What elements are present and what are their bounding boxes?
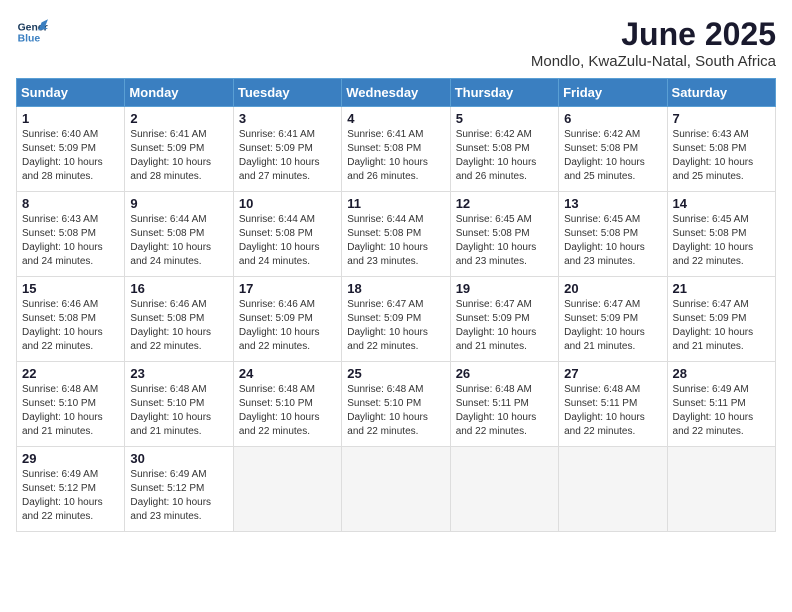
calendar-day-24: 24Sunrise: 6:48 AMSunset: 5:10 PMDayligh… bbox=[233, 362, 341, 447]
location-title: Mondlo, KwaZulu-Natal, South Africa bbox=[531, 53, 776, 70]
calendar-day-empty-w4d4 bbox=[450, 447, 558, 532]
calendar-day-18: 18Sunrise: 6:47 AMSunset: 5:09 PMDayligh… bbox=[342, 277, 450, 362]
calendar-day-3: 3Sunrise: 6:41 AMSunset: 5:09 PMDaylight… bbox=[233, 107, 341, 192]
calendar-day-20: 20Sunrise: 6:47 AMSunset: 5:09 PMDayligh… bbox=[559, 277, 667, 362]
col-wednesday: Wednesday bbox=[342, 79, 450, 107]
calendar-week-2: 8Sunrise: 6:43 AMSunset: 5:08 PMDaylight… bbox=[17, 192, 776, 277]
calendar-day-13: 13Sunrise: 6:45 AMSunset: 5:08 PMDayligh… bbox=[559, 192, 667, 277]
calendar-day-4: 4Sunrise: 6:41 AMSunset: 5:08 PMDaylight… bbox=[342, 107, 450, 192]
calendar-day-11: 11Sunrise: 6:44 AMSunset: 5:08 PMDayligh… bbox=[342, 192, 450, 277]
calendar-day-8: 8Sunrise: 6:43 AMSunset: 5:08 PMDaylight… bbox=[17, 192, 125, 277]
col-sunday: Sunday bbox=[17, 79, 125, 107]
calendar-day-5: 5Sunrise: 6:42 AMSunset: 5:08 PMDaylight… bbox=[450, 107, 558, 192]
calendar-day-21: 21Sunrise: 6:47 AMSunset: 5:09 PMDayligh… bbox=[667, 277, 775, 362]
calendar-day-16: 16Sunrise: 6:46 AMSunset: 5:08 PMDayligh… bbox=[125, 277, 233, 362]
calendar-day-23: 23Sunrise: 6:48 AMSunset: 5:10 PMDayligh… bbox=[125, 362, 233, 447]
col-friday: Friday bbox=[559, 79, 667, 107]
logo-icon: General Blue bbox=[16, 16, 48, 48]
calendar-day-28: 28Sunrise: 6:49 AMSunset: 5:11 PMDayligh… bbox=[667, 362, 775, 447]
calendar-day-6: 6Sunrise: 6:42 AMSunset: 5:08 PMDaylight… bbox=[559, 107, 667, 192]
col-monday: Monday bbox=[125, 79, 233, 107]
col-thursday: Thursday bbox=[450, 79, 558, 107]
svg-text:Blue: Blue bbox=[18, 34, 41, 45]
month-title: June 2025 bbox=[531, 16, 776, 53]
calendar-table: Sunday Monday Tuesday Wednesday Thursday… bbox=[16, 78, 776, 532]
calendar-day-empty-w4d2 bbox=[233, 447, 341, 532]
calendar-day-17: 17Sunrise: 6:46 AMSunset: 5:09 PMDayligh… bbox=[233, 277, 341, 362]
calendar-day-25: 25Sunrise: 6:48 AMSunset: 5:10 PMDayligh… bbox=[342, 362, 450, 447]
calendar-day-12: 12Sunrise: 6:45 AMSunset: 5:08 PMDayligh… bbox=[450, 192, 558, 277]
calendar-day-26: 26Sunrise: 6:48 AMSunset: 5:11 PMDayligh… bbox=[450, 362, 558, 447]
calendar-day-empty-w4d6 bbox=[667, 447, 775, 532]
calendar-day-27: 27Sunrise: 6:48 AMSunset: 5:11 PMDayligh… bbox=[559, 362, 667, 447]
calendar-day-19: 19Sunrise: 6:47 AMSunset: 5:09 PMDayligh… bbox=[450, 277, 558, 362]
logo: General Blue bbox=[16, 16, 48, 48]
calendar-day-empty-w4d3 bbox=[342, 447, 450, 532]
col-tuesday: Tuesday bbox=[233, 79, 341, 107]
header: General Blue June 2025 Mondlo, KwaZulu-N… bbox=[16, 16, 776, 70]
calendar-week-4: 22Sunrise: 6:48 AMSunset: 5:10 PMDayligh… bbox=[17, 362, 776, 447]
calendar-week-1: 1Sunrise: 6:40 AMSunset: 5:09 PMDaylight… bbox=[17, 107, 776, 192]
calendar-day-15: 15Sunrise: 6:46 AMSunset: 5:08 PMDayligh… bbox=[17, 277, 125, 362]
calendar-day-14: 14Sunrise: 6:45 AMSunset: 5:08 PMDayligh… bbox=[667, 192, 775, 277]
title-area: June 2025 Mondlo, KwaZulu-Natal, South A… bbox=[531, 16, 776, 70]
calendar-day-30: 30Sunrise: 6:49 AMSunset: 5:12 PMDayligh… bbox=[125, 447, 233, 532]
calendar-day-22: 22Sunrise: 6:48 AMSunset: 5:10 PMDayligh… bbox=[17, 362, 125, 447]
calendar-day-10: 10Sunrise: 6:44 AMSunset: 5:08 PMDayligh… bbox=[233, 192, 341, 277]
col-saturday: Saturday bbox=[667, 79, 775, 107]
calendar-day-1: 1Sunrise: 6:40 AMSunset: 5:09 PMDaylight… bbox=[17, 107, 125, 192]
calendar-day-empty-w4d5 bbox=[559, 447, 667, 532]
calendar-day-9: 9Sunrise: 6:44 AMSunset: 5:08 PMDaylight… bbox=[125, 192, 233, 277]
calendar-day-7: 7Sunrise: 6:43 AMSunset: 5:08 PMDaylight… bbox=[667, 107, 775, 192]
calendar-week-5: 29Sunrise: 6:49 AMSunset: 5:12 PMDayligh… bbox=[17, 447, 776, 532]
calendar-day-2: 2Sunrise: 6:41 AMSunset: 5:09 PMDaylight… bbox=[125, 107, 233, 192]
calendar-header-row: Sunday Monday Tuesday Wednesday Thursday… bbox=[17, 79, 776, 107]
calendar-week-3: 15Sunrise: 6:46 AMSunset: 5:08 PMDayligh… bbox=[17, 277, 776, 362]
calendar-day-29: 29Sunrise: 6:49 AMSunset: 5:12 PMDayligh… bbox=[17, 447, 125, 532]
